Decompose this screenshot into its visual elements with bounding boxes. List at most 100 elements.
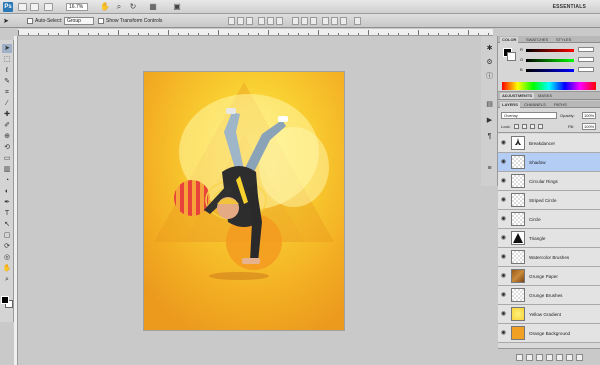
zoom-level-field[interactable]: 16.7% <box>66 3 88 11</box>
shape-icon[interactable]: ▢ <box>2 231 12 240</box>
layer-row[interactable]: ◉ Grunge Brushes <box>498 286 600 305</box>
visibility-eye-icon[interactable]: ◉ <box>500 140 507 147</box>
distribute-right-button[interactable] <box>340 17 347 25</box>
visibility-eye-icon[interactable]: ◉ <box>500 330 507 337</box>
lock-transparency-button[interactable] <box>514 124 519 129</box>
background-swatch[interactable] <box>507 52 516 61</box>
document-canvas[interactable] <box>144 72 344 330</box>
screen-mode-icon[interactable]: ▣ <box>172 2 182 12</box>
marquee-icon[interactable]: ⬚ <box>2 55 12 64</box>
path-select-icon[interactable]: ↖ <box>2 220 12 229</box>
visibility-eye-icon[interactable]: ◉ <box>500 311 507 318</box>
move-tool-preset-icon[interactable]: ➤ <box>3 17 9 25</box>
healing-icon[interactable]: ✚ <box>2 110 12 119</box>
history-brush-icon[interactable]: ⟲ <box>2 143 12 152</box>
bridge-button[interactable] <box>18 3 27 11</box>
layer-row[interactable]: ◉ Watercolor Brushes <box>498 248 600 267</box>
distribute-top-button[interactable] <box>292 17 299 25</box>
align-bottom-button[interactable] <box>246 17 253 25</box>
layer-row[interactable]: ◉ Triangle <box>498 229 600 248</box>
align-right-button[interactable] <box>276 17 283 25</box>
tab-adjustments[interactable]: ADJUSTMENTS <box>500 93 535 99</box>
layer-row[interactable]: ◉ Grunge Paper <box>498 267 600 286</box>
brush-icon[interactable]: ✐ <box>2 121 12 130</box>
zoom-icon[interactable]: ⌕ <box>2 275 12 284</box>
foreground-color-swatch[interactable] <box>1 296 9 304</box>
move-icon[interactable]: ➤ <box>2 44 12 53</box>
auto-select-checkbox[interactable] <box>27 18 33 24</box>
adjustment-layer-icon[interactable] <box>546 354 553 361</box>
paragraph-icon[interactable]: ≡ <box>485 164 494 173</box>
clone-icon[interactable]: ⊕ <box>2 132 12 141</box>
green-slider[interactable] <box>526 59 574 62</box>
fill-field[interactable]: 100% <box>582 123 596 130</box>
clone-source-icon[interactable]: ⚙ <box>485 58 494 67</box>
3d-orbit-icon[interactable]: ◎ <box>2 253 12 262</box>
info-icon[interactable]: ⓘ <box>485 72 494 81</box>
layer-row[interactable]: ◉ Shadow <box>498 153 600 172</box>
zoom-icon[interactable]: ⌕ <box>114 2 124 12</box>
lock-position-button[interactable] <box>530 124 535 129</box>
visibility-eye-icon[interactable]: ◉ <box>500 159 507 166</box>
layer-style-icon[interactable] <box>526 354 533 361</box>
layer-row[interactable]: ◉ Circular Rings <box>498 172 600 191</box>
auto-align-button[interactable] <box>354 17 361 25</box>
eraser-icon[interactable]: ▭ <box>2 154 12 163</box>
transform-controls-checkbox[interactable] <box>98 18 104 24</box>
color-spectrum-bar[interactable] <box>502 82 596 90</box>
tab-masks[interactable]: MASKS <box>536 93 554 99</box>
layer-row[interactable]: ◉ Breakdancer <box>498 134 600 153</box>
align-top-button[interactable] <box>228 17 235 25</box>
tab-channels[interactable]: CHANNELS <box>522 102 548 108</box>
eyedropper-icon[interactable]: ⁄ <box>2 99 12 108</box>
red-slider[interactable] <box>526 49 574 52</box>
lock-pixels-button[interactable] <box>522 124 527 129</box>
distribute-left-button[interactable] <box>322 17 329 25</box>
tab-styles[interactable]: STYLES <box>554 37 573 43</box>
layer-row[interactable]: ◉ Yellow Gradient <box>498 305 600 324</box>
blend-mode-dropdown[interactable]: Overlay <box>501 112 557 119</box>
gradient-icon[interactable]: ▥ <box>2 165 12 174</box>
align-left-button[interactable] <box>258 17 265 25</box>
visibility-eye-icon[interactable]: ◉ <box>500 273 507 280</box>
hand-icon[interactable]: ✋ <box>2 264 12 273</box>
layer-row[interactable]: ◉ Striped Circle <box>498 191 600 210</box>
distribute-vcenter-button[interactable] <box>301 17 308 25</box>
tab-layers[interactable]: LAYERS <box>500 102 520 108</box>
align-vcenter-button[interactable] <box>237 17 244 25</box>
opacity-field[interactable]: 100% <box>582 112 596 119</box>
auto-select-dropdown[interactable]: Group <box>64 17 94 25</box>
align-hcenter-button[interactable] <box>267 17 274 25</box>
lasso-icon[interactable]: ℓ <box>2 66 12 75</box>
add-mask-icon[interactable] <box>536 354 543 361</box>
visibility-eye-icon[interactable]: ◉ <box>500 216 507 223</box>
layer-row[interactable]: ◉ Circle <box>498 210 600 229</box>
tab-swatches[interactable]: SWATCHES <box>524 37 550 43</box>
grid-icon[interactable]: ▦ <box>148 2 158 12</box>
pen-icon[interactable]: ✒ <box>2 198 12 207</box>
new-group-icon[interactable] <box>556 354 563 361</box>
crop-icon[interactable]: ⌗ <box>2 88 12 97</box>
visibility-eye-icon[interactable]: ◉ <box>500 197 507 204</box>
tab-color[interactable]: COLOR <box>500 37 519 43</box>
link-layers-icon[interactable] <box>516 354 523 361</box>
distribute-bottom-button[interactable] <box>310 17 317 25</box>
new-layer-icon[interactable] <box>566 354 573 361</box>
character-icon[interactable]: ¶ <box>485 132 494 141</box>
rotate-view-icon[interactable]: ↻ <box>128 2 138 12</box>
3d-rotate-icon[interactable]: ⟳ <box>2 242 12 251</box>
red-value[interactable] <box>578 47 594 52</box>
visibility-eye-icon[interactable]: ◉ <box>500 235 507 242</box>
delete-layer-icon[interactable] <box>576 354 583 361</box>
lock-all-button[interactable] <box>538 124 543 129</box>
visibility-eye-icon[interactable]: ◉ <box>500 178 507 185</box>
view-extras-button[interactable] <box>44 3 53 11</box>
blur-icon[interactable]: ◔ <box>2 176 12 185</box>
blue-value[interactable] <box>578 67 594 72</box>
type-icon[interactable]: T <box>2 209 12 218</box>
mini-bridge-button[interactable] <box>30 3 39 11</box>
dodge-icon[interactable]: ◐ <box>2 187 12 196</box>
visibility-eye-icon[interactable]: ◉ <box>500 292 507 299</box>
actions-icon[interactable]: ▶ <box>485 116 494 125</box>
history-icon[interactable]: ▤ <box>485 100 494 109</box>
